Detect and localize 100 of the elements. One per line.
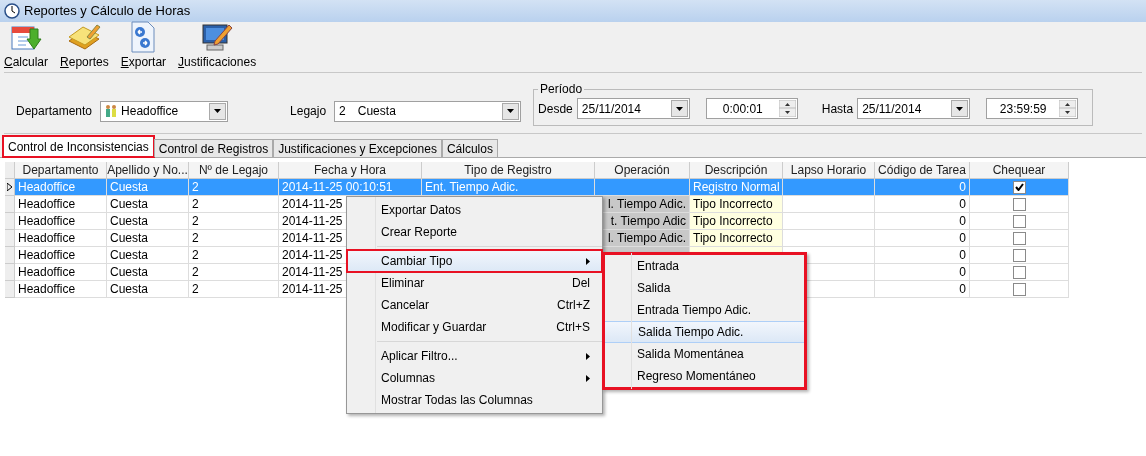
table-cell: Headoffice	[15, 264, 107, 281]
employee-number: 2	[339, 103, 346, 120]
time-value: 23:59:59	[998, 100, 1048, 118]
menu-item[interactable]: Modificar y Guardar Ctrl+S	[347, 316, 602, 338]
column-header[interactable]: Fecha y Hora	[279, 162, 422, 179]
column-header[interactable]: Descripción	[690, 162, 783, 179]
toolbar-button[interactable]: Justificaciones	[178, 23, 257, 71]
caret-icon	[214, 109, 222, 113]
table-cell: Tipo Incorrecto	[690, 230, 783, 247]
up-arrow-icon	[1059, 100, 1077, 108]
column-header[interactable]: Nº de Legajo	[189, 162, 279, 179]
from-date-field[interactable]: 25/11/2014	[576, 98, 690, 119]
table-cell: Headoffice	[15, 196, 107, 213]
spin-button[interactable]	[778, 100, 796, 117]
menu-item[interactable]: Cambiar Tipo	[347, 250, 602, 272]
tab[interactable]: Control de Inconsistencias	[3, 136, 154, 157]
dropdown-button[interactable]	[209, 102, 227, 120]
time-value: 0:00:01	[721, 100, 764, 118]
table-cell: 0	[875, 196, 970, 213]
column-header[interactable]: Operación	[595, 162, 690, 179]
table-cell: Headoffice	[15, 230, 107, 247]
employee-name: Cuesta	[357, 103, 396, 120]
submenu-item[interactable]: Entrada	[603, 255, 806, 277]
table-cell: Headoffice	[15, 213, 107, 230]
toolbar-button[interactable]: Exportar	[120, 21, 167, 71]
table-cell: Headoffice	[15, 281, 107, 298]
caret-icon	[675, 106, 683, 111]
toolbar-button[interactable]: Reportes	[60, 23, 109, 71]
checkbox[interactable]	[1012, 265, 1026, 279]
table-cell: 2	[189, 264, 279, 281]
table-cell: 0	[875, 230, 970, 247]
table-cell: Registro Normal	[690, 179, 783, 196]
down-arrow-icon	[1059, 108, 1077, 117]
checkbox[interactable]	[1012, 214, 1026, 228]
down-arrow-icon	[778, 108, 796, 117]
check-icon	[1014, 183, 1024, 191]
spin-button[interactable]	[1059, 100, 1077, 117]
column-header[interactable]: Apellido y No...	[107, 162, 189, 179]
menu-label: Modificar y Guardar	[381, 319, 488, 336]
table-cell: 0	[875, 247, 970, 264]
menu-label: Mostrar Todas las Columnas	[381, 392, 534, 409]
people-icon	[105, 104, 118, 118]
toolbar-button[interactable]: Calcular	[4, 23, 49, 71]
table-cell: Cuesta	[107, 281, 189, 298]
table-cell: 0	[875, 179, 970, 196]
department-combo[interactable]: Headoffice	[100, 100, 229, 122]
menu-item[interactable]: Columnas	[347, 367, 602, 389]
date-value: 25/11/2014	[862, 100, 922, 118]
submenu-arrow-icon	[586, 374, 590, 382]
checkbox[interactable]	[1012, 197, 1026, 211]
time-field[interactable]: 0:00:01	[705, 98, 798, 119]
to-date-field[interactable]: 25/11/2014	[857, 98, 971, 119]
tab[interactable]: Justificaciones y Excepciones	[273, 139, 442, 157]
caret-icon	[956, 106, 964, 111]
table-cell: Cuesta	[107, 230, 189, 247]
table-cell: 0	[875, 281, 970, 298]
employee-combo[interactable]: 2 Cuesta	[334, 100, 522, 122]
checkbox[interactable]	[1012, 282, 1026, 296]
table-cell: 2	[189, 213, 279, 230]
table-cell: Headoffice	[15, 247, 107, 264]
menu-item[interactable]: Mostrar Todas las Columnas	[347, 389, 602, 411]
dropdown-button[interactable]	[670, 100, 688, 117]
submenu-arrow-icon	[586, 257, 590, 265]
table-cell: Cuesta	[107, 179, 189, 196]
time-field[interactable]: 23:59:59	[986, 98, 1079, 119]
table-cell: 2	[189, 281, 279, 298]
table-cell: 2	[189, 179, 279, 196]
column-header[interactable]: Departamento	[15, 162, 107, 179]
submenu-arrow-icon	[586, 352, 590, 360]
submenu-item[interactable]: Salida Momentánea	[603, 343, 806, 365]
tab[interactable]: Control de Registros	[153, 139, 274, 157]
menu-label: Cancelar	[381, 297, 431, 314]
checkbox[interactable]	[1012, 248, 1026, 262]
dropdown-button[interactable]	[502, 102, 520, 120]
submenu-item[interactable]: Salida	[603, 277, 806, 299]
table-cell: 0	[875, 213, 970, 230]
calendar-download-icon	[10, 23, 42, 53]
dropdown-button[interactable]	[951, 100, 969, 117]
column-header[interactable]: Tipo de Registro	[422, 162, 595, 179]
table-cell: 0	[875, 264, 970, 281]
checkbox[interactable]	[1012, 180, 1026, 194]
shortcut: Ctrl+Z	[557, 297, 590, 314]
to-label: Hasta	[821, 100, 854, 118]
tab[interactable]: Cálculos	[441, 139, 498, 157]
table-cell: 2	[189, 230, 279, 247]
column-header[interactable]: Chequear	[970, 162, 1069, 179]
table-cell: 2	[189, 247, 279, 264]
date-value: 25/11/2014	[581, 100, 641, 118]
clock-icon	[4, 3, 20, 19]
employee-label: Legajo	[290, 103, 327, 120]
table-cell: Tipo Incorrecto	[690, 213, 783, 230]
period-title: Período	[539, 81, 584, 98]
submenu-item[interactable]: Salida Tiempo Adic.	[603, 321, 806, 343]
column-header[interactable]: Código de Tarea	[875, 162, 970, 179]
checkbox[interactable]	[1012, 231, 1026, 245]
table-cell: Headoffice	[15, 179, 107, 196]
column-header[interactable]: Lapso Horario	[783, 162, 875, 179]
submenu-item[interactable]: Regreso Momentáneo	[603, 365, 806, 387]
submenu-item[interactable]: Entrada Tiempo Adic.	[603, 299, 806, 321]
menu-item[interactable]: Aplicar Filtro...	[347, 345, 602, 367]
